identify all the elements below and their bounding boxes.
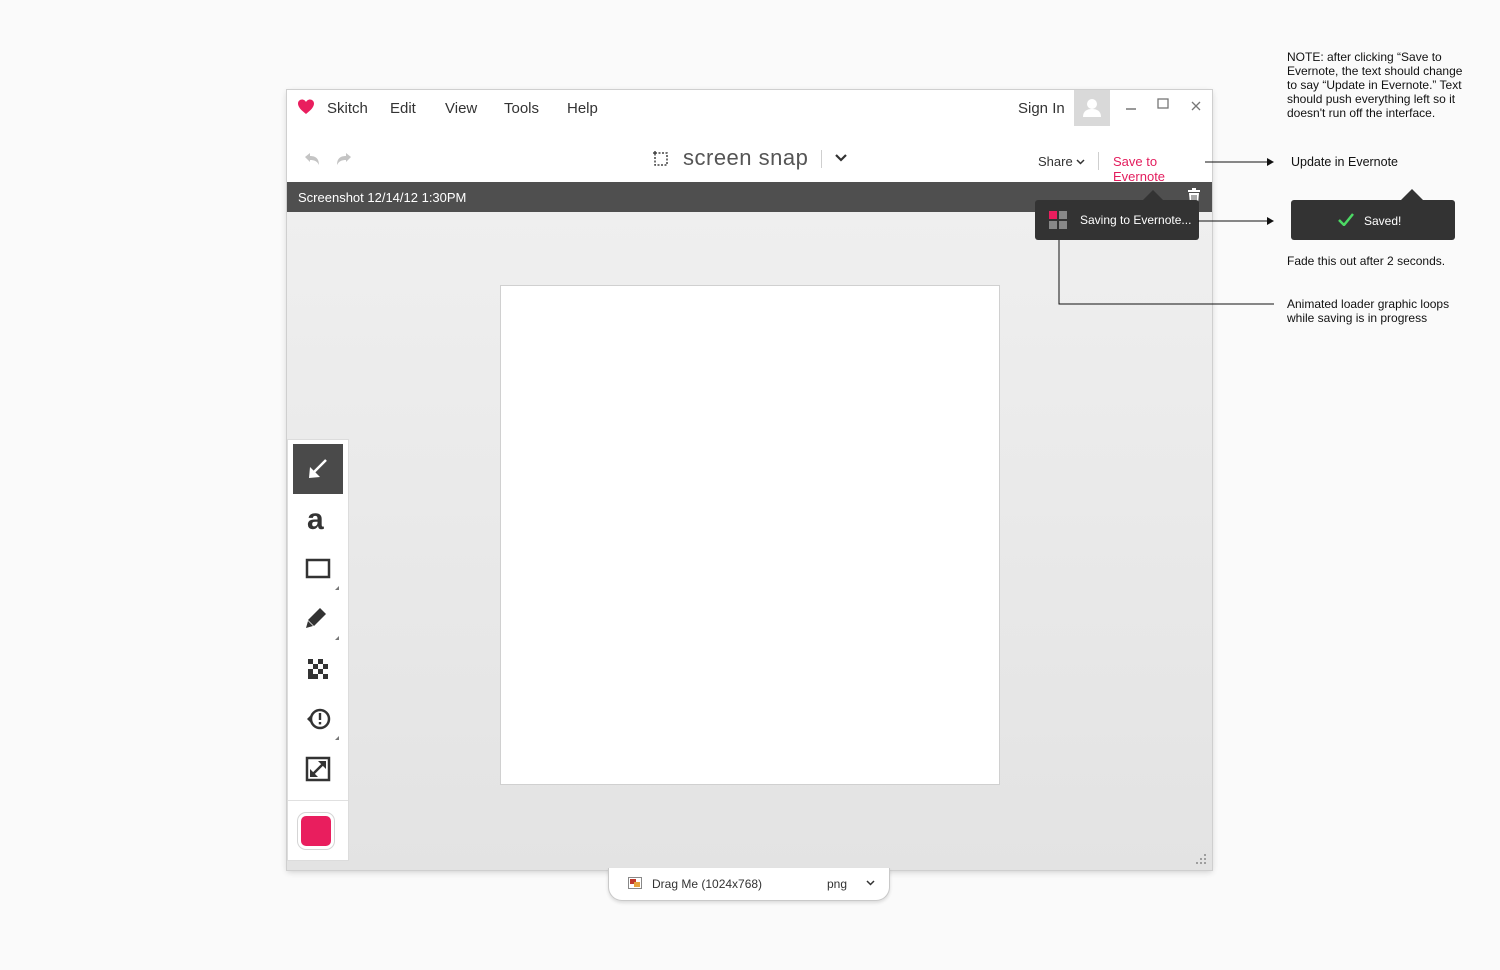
menu-tools[interactable]: Tools [504, 100, 539, 117]
canvas-area: a [287, 212, 1212, 870]
undo-icon[interactable] [303, 152, 321, 166]
chevron-down-icon[interactable] [835, 153, 847, 163]
annotation-note: NOTE: after clicking “Save to Evernote, … [1287, 50, 1463, 120]
app-name: Skitch [327, 100, 368, 117]
rectangle-tool[interactable] [293, 544, 343, 594]
menu-view[interactable]: View [445, 100, 477, 117]
pen-tool[interactable] [293, 594, 343, 644]
pixelate-icon [308, 659, 328, 679]
saving-popup: Saving to Evernote... [1035, 190, 1199, 240]
checkmark-icon [1338, 213, 1354, 226]
arrow-icon [309, 459, 327, 478]
tool-palette: a [288, 440, 348, 860]
crop-resize-tool[interactable] [293, 744, 343, 794]
saved-text: Saved! [1364, 214, 1402, 228]
drag-export-tab[interactable]: Drag Me (1024x768) png [608, 868, 890, 901]
arrow-tool[interactable] [293, 444, 343, 494]
submenu-corner-icon [335, 636, 339, 640]
saved-popup: Saved! [1291, 189, 1455, 240]
color-swatch[interactable] [301, 816, 331, 846]
divider [821, 150, 822, 168]
saving-text: Saving to Evernote... [1080, 213, 1192, 227]
avatar[interactable] [1074, 90, 1110, 126]
format-select[interactable]: png [827, 877, 847, 891]
menu-bar: Skitch Edit View Tools Help Sign In [287, 90, 1212, 126]
toolbar: screen snap Share Save to Evernote [287, 128, 1212, 184]
loader-note: Animated loader graphic loops while savi… [1287, 297, 1450, 325]
share-button[interactable]: Share [1038, 154, 1073, 169]
image-thumbnail-icon [628, 877, 642, 889]
menu-help[interactable]: Help [567, 100, 598, 117]
close-icon[interactable] [1188, 98, 1204, 114]
skitch-heart-logo-icon [298, 99, 314, 114]
format-chevron-down-icon[interactable] [866, 880, 875, 886]
save-to-evernote-button[interactable]: Save to Evernote [1113, 154, 1212, 184]
menu-edit[interactable]: Edit [390, 100, 416, 117]
sign-in-link[interactable]: Sign In [1018, 100, 1065, 117]
maximize-icon[interactable] [1155, 96, 1171, 112]
document-title: Screenshot 12/14/12 1:30PM [298, 190, 467, 205]
divider [288, 800, 348, 801]
submenu-corner-icon [335, 586, 339, 590]
minimize-icon[interactable] [1123, 98, 1139, 114]
submenu-corner-icon [335, 736, 339, 740]
snap-title: screen snap [683, 145, 809, 170]
divider [1098, 152, 1099, 170]
text-tool[interactable]: a [293, 494, 343, 544]
pixelate-tool[interactable] [293, 644, 343, 694]
share-chevron-down-icon[interactable] [1076, 159, 1085, 165]
drag-me-label[interactable]: Drag Me (1024x768) [652, 877, 762, 891]
user-silhouette-icon [1083, 99, 1101, 117]
drawing-canvas[interactable] [500, 285, 1000, 785]
svg-text:a: a [307, 503, 324, 536]
text-a-icon: a [307, 503, 324, 536]
skitch-window: Skitch Edit View Tools Help Sign In scre… [287, 90, 1212, 870]
redo-icon[interactable] [335, 152, 353, 166]
screen-snap-icon [653, 151, 668, 166]
loader-icon [1049, 211, 1067, 229]
stamp-tool[interactable] [293, 694, 343, 744]
fade-note: Fade this out after 2 seconds. [1287, 254, 1446, 268]
crop-resize-icon [305, 756, 331, 782]
update-in-evernote-label: Update in Evernote [1291, 155, 1399, 169]
resize-grip-icon[interactable] [1196, 854, 1206, 864]
